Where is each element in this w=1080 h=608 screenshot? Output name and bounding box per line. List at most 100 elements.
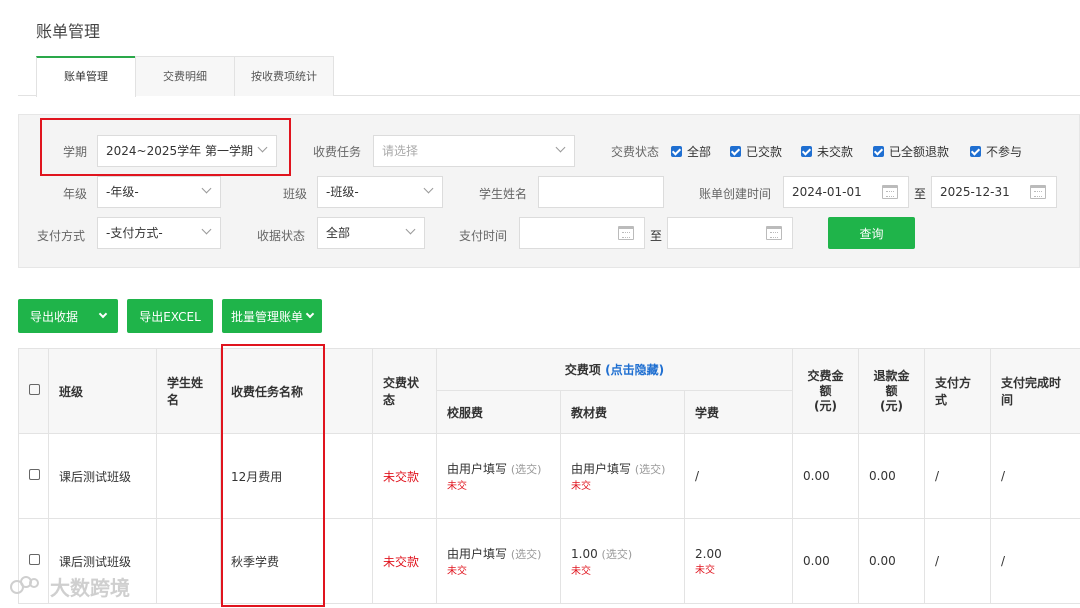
class-label: 班级	[283, 187, 308, 201]
cell-books: 由用户填写 (选交) 未交	[560, 433, 685, 519]
tab-bar: 账单管理 交费明细 按收费项统计	[18, 56, 1080, 97]
header-items-group: 交费项 (点击隐藏)	[436, 348, 793, 391]
cell-tuition: 2.00 未交	[684, 518, 793, 604]
table-row: 课后测试班级 12月费用 未交款 由用户填写 (选交) 未交 由用户填写 (选交…	[18, 433, 1080, 519]
cell-finish-time: /	[990, 433, 1080, 519]
chevron-down-icon	[98, 309, 108, 319]
chevron-down-icon	[305, 309, 315, 319]
export-receipt-label: 导出收据	[29, 309, 78, 324]
chevron-down-icon	[201, 224, 212, 235]
watermark: 大数跨境	[10, 572, 130, 601]
pay-time-from-input[interactable]	[519, 217, 645, 249]
cell-amount: 0.00	[792, 433, 859, 519]
calendar-icon	[882, 185, 898, 199]
status-checkbox-paid[interactable]: 已交款	[730, 143, 782, 160]
watermark-text: 大数跨境	[50, 576, 130, 600]
books-optional: (选交)	[634, 463, 666, 476]
checkbox-checked-icon	[730, 146, 741, 157]
tab-bill-management[interactable]: 账单管理	[36, 56, 136, 97]
header-student: 学生姓名	[156, 348, 221, 434]
created-from-value: 2024-01-01	[792, 185, 862, 199]
chevron-down-icon	[201, 183, 212, 194]
chevron-down-icon	[555, 142, 566, 153]
cell-uniform: 由用户填写 (选交) 未交	[436, 518, 561, 604]
uniform-main: 由用户填写	[447, 462, 508, 476]
cell-finish-time: /	[990, 518, 1080, 604]
tab-stats-by-item[interactable]: 按收费项统计	[234, 56, 334, 96]
receipt-status-value: 全部	[326, 226, 351, 240]
calendar-icon	[766, 226, 782, 240]
page-title: 账单管理	[36, 22, 101, 41]
status-checkbox-refunded[interactable]: 已全额退款	[873, 143, 949, 160]
checkbox-checked-icon	[671, 146, 682, 157]
task-label: 收费任务	[313, 145, 362, 159]
receipt-status-select[interactable]: 全部	[317, 217, 425, 249]
calendar-icon	[1030, 185, 1046, 199]
cell-class: 课后测试班级	[48, 433, 157, 519]
class-select[interactable]: -班级-	[317, 176, 443, 208]
cell-method: /	[924, 433, 991, 519]
header-method: 支付方式	[924, 348, 991, 434]
header-item-books: 教材费	[560, 390, 685, 434]
grade-select[interactable]: -年级-	[97, 176, 221, 208]
row-checkbox[interactable]	[29, 469, 40, 480]
tuition-main: /	[695, 469, 700, 483]
header-amount: 交费金额 (元)	[792, 348, 859, 434]
cell-status: 未交款	[372, 433, 437, 519]
student-name-input[interactable]	[538, 176, 664, 208]
uniform-optional: (选交)	[510, 463, 542, 476]
items-group-label: 交费项	[564, 363, 601, 377]
pay-status-label: 交费状态	[611, 145, 660, 159]
row-checkbox[interactable]	[29, 554, 40, 565]
cell-refund: 0.00	[858, 433, 925, 519]
uniform-main: 由用户填写	[447, 547, 508, 561]
chevron-down-icon	[405, 224, 416, 235]
cell-uniform: 由用户填写 (选交) 未交	[436, 433, 561, 519]
status-checkbox-all[interactable]: 全部	[671, 143, 711, 160]
bills-table: 班级 学生姓名 收费任务名称 交费状态 交费项 (点击隐藏) 交费金额 (元) …	[18, 348, 1080, 604]
cell-student	[156, 518, 221, 604]
task-placeholder: 请选择	[382, 144, 419, 158]
chevron-down-icon	[423, 183, 434, 194]
tuition-state: 未交	[695, 564, 715, 576]
batch-manage-button[interactable]: 批量管理账单	[222, 299, 322, 333]
header-item-tuition: 学费	[684, 390, 793, 434]
checkbox-checked-icon	[801, 146, 812, 157]
export-receipt-button[interactable]: 导出收据	[18, 299, 118, 333]
books-optional: (选交)	[601, 547, 633, 561]
date-range-separator: 至	[650, 229, 663, 243]
select-all-cell	[18, 348, 49, 434]
pay-method-label: 支付方式	[37, 229, 86, 243]
created-to-input[interactable]: 2025-12-31	[931, 176, 1057, 208]
table-row: 课后测试班级 秋季学费 未交款 由用户填写 (选交) 未交 1.00 (选交) …	[18, 518, 1080, 604]
header-status: 交费状态	[372, 348, 437, 434]
checkbox-checked-icon	[970, 146, 981, 157]
pay-time-label: 支付时间	[459, 229, 508, 243]
header-finish-time: 支付完成时间	[990, 348, 1080, 434]
checkbox-label: 已交款	[746, 145, 783, 159]
header-item-uniform: 校服费	[436, 390, 561, 434]
items-toggle-link[interactable]: (点击隐藏)	[605, 363, 664, 377]
checkbox-label: 未交款	[817, 145, 854, 159]
pay-method-value: -支付方式-	[106, 226, 163, 240]
books-state: 未交	[571, 481, 591, 492]
highlight-term	[40, 118, 291, 176]
select-all-checkbox[interactable]	[29, 384, 40, 395]
tab-payment-details[interactable]: 交费明细	[135, 56, 235, 96]
uniform-state: 未交	[447, 566, 467, 577]
status-checkbox-excluded[interactable]: 不参与	[970, 143, 1022, 160]
created-from-input[interactable]: 2024-01-01	[783, 176, 909, 208]
status-checkbox-unpaid[interactable]: 未交款	[801, 143, 853, 160]
uniform-optional: (选交)	[510, 548, 542, 561]
cell-amount: 0.00	[792, 518, 859, 604]
receipt-status-label: 收据状态	[257, 229, 306, 243]
class-value: -班级-	[326, 185, 359, 199]
books-main: 由用户填写	[571, 462, 632, 476]
task-select[interactable]: 请选择	[373, 135, 575, 167]
query-button[interactable]: 查询	[828, 217, 915, 249]
export-excel-button[interactable]: 导出EXCEL	[127, 299, 213, 333]
cell-books: 1.00 (选交) 未交	[560, 518, 685, 604]
pay-time-to-input[interactable]	[667, 217, 793, 249]
cell-status: 未交款	[372, 518, 437, 604]
pay-method-select[interactable]: -支付方式-	[97, 217, 221, 249]
